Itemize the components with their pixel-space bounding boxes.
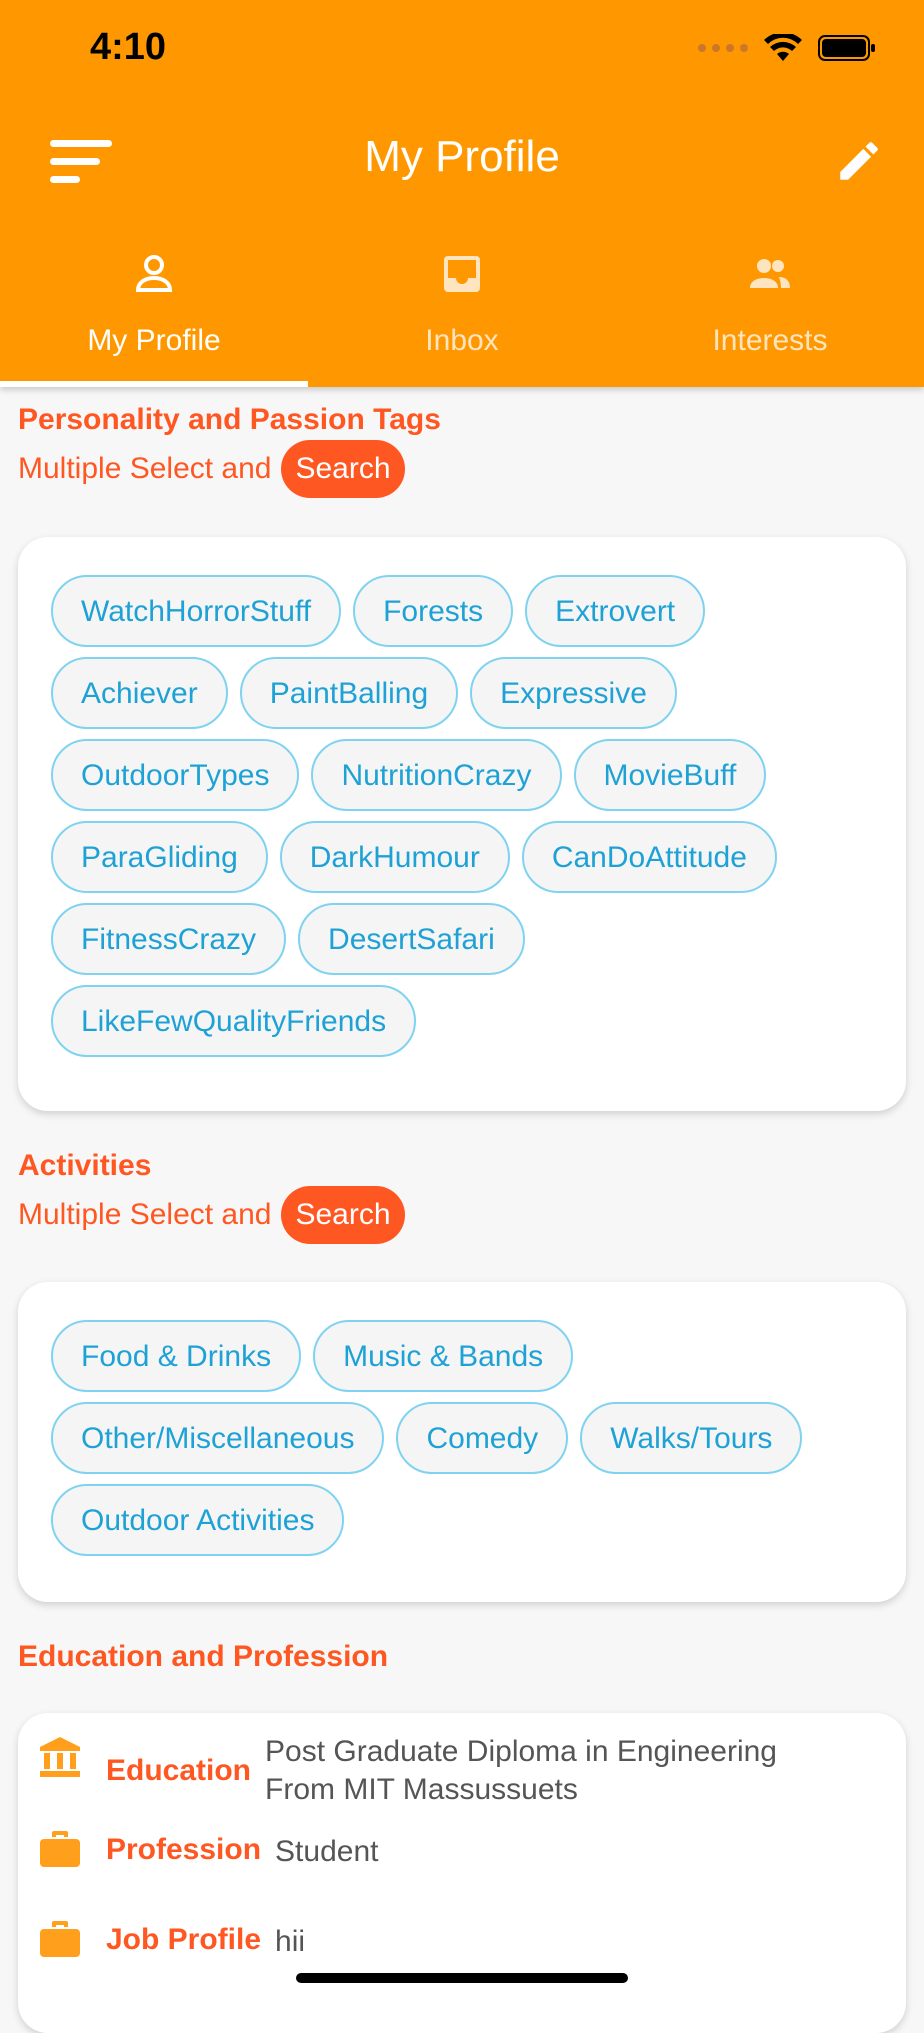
job-profile-label: Job Profile — [106, 1923, 262, 1956]
activities-subtitle: Multiple Select and — [18, 1198, 272, 1231]
tab-bar: My Profile Inbox Interests — [0, 240, 924, 387]
activities-tag-list: Food & Drinks Music & Bands Other/Miscella… — [51, 1320, 881, 1556]
personality-tags-card: WatchHorrorStuff Forests Extrovert Achiever… — [18, 537, 906, 1111]
activities-section-title: Activities — [18, 1149, 152, 1182]
tab-my-profile[interactable]: My Profile — [0, 240, 308, 387]
group-icon — [750, 259, 790, 288]
job-profile-value: hii — [275, 1925, 306, 1958]
tab-label: My Profile — [87, 324, 221, 357]
tag-chip[interactable]: Comedy — [396, 1402, 569, 1474]
tag-chip[interactable]: ParaGliding — [51, 821, 268, 893]
tag-chip[interactable]: PaintBalling — [239, 657, 459, 729]
institution-icon — [40, 1737, 80, 1777]
home-indicator[interactable] — [296, 1973, 628, 1983]
activities-card: Food & Drinks Music & Bands Other/Miscella… — [18, 1282, 906, 1602]
tab-indicator — [0, 381, 308, 387]
tab-inbox[interactable]: Inbox — [308, 240, 616, 387]
tag-chip[interactable]: Expressive — [470, 657, 677, 729]
personality-subtitle-row: Multiple Select and Search — [18, 440, 405, 498]
inbox-icon — [444, 256, 480, 292]
wifi-icon — [764, 34, 802, 61]
page-title: My Profile — [364, 132, 560, 181]
tag-chip[interactable]: CanDoAttitude — [521, 821, 777, 893]
status-icons — [698, 34, 876, 62]
activities-search-button[interactable]: Search — [281, 1186, 405, 1244]
tag-chip[interactable]: Food & Drinks — [51, 1320, 302, 1392]
tab-interests[interactable]: Interests — [616, 240, 924, 387]
signal-icon — [698, 44, 748, 52]
tab-label: Interests — [712, 324, 828, 357]
personality-subtitle: Multiple Select and — [18, 452, 272, 485]
tag-chip[interactable]: Other/Miscellaneous — [51, 1402, 385, 1474]
personality-section-title: Personality and Passion Tags — [18, 403, 441, 436]
person-icon — [135, 255, 173, 292]
activities-subtitle-row: Multiple Select and Search — [18, 1186, 405, 1244]
tag-chip[interactable]: FitnessCrazy — [51, 903, 287, 975]
briefcase-icon — [40, 1831, 80, 1867]
education-row: Education Post Graduate Diploma in Engin… — [36, 1733, 845, 1809]
edit-icon[interactable] — [834, 136, 884, 186]
tag-chip[interactable]: DesertSafari — [298, 903, 525, 975]
status-time: 4:10 — [90, 26, 167, 68]
education-value: Post Graduate Diploma in Engineering Fro… — [265, 1735, 777, 1806]
profession-value: Student — [275, 1835, 379, 1868]
app-bar: 4:10 My Profile My Profile Inbox Interes… — [0, 0, 924, 387]
education-section-title: Education and Profession — [18, 1640, 389, 1673]
battery-icon — [818, 35, 875, 61]
tag-chip[interactable]: OutdoorTypes — [51, 739, 300, 811]
education-card: Education Post Graduate Diploma in Engin… — [18, 1713, 906, 2033]
tag-chip[interactable]: Music & Bands — [313, 1320, 574, 1392]
tag-chip[interactable]: MovieBuff — [573, 739, 767, 811]
tab-label: Inbox — [425, 324, 499, 357]
tag-chip[interactable]: Extrovert — [525, 575, 706, 647]
tag-chip[interactable]: WatchHorrorStuff — [51, 575, 342, 647]
tag-chip[interactable]: Forests — [353, 575, 514, 647]
tag-chip[interactable]: Walks/Tours — [580, 1402, 803, 1474]
tag-chip[interactable]: DarkHumour — [279, 821, 510, 893]
tag-chip[interactable]: Outdoor Activities — [51, 1484, 345, 1556]
personality-search-button[interactable]: Search — [281, 440, 405, 498]
personality-tag-list: WatchHorrorStuff Forests Extrovert Achiever… — [51, 575, 881, 1057]
tag-chip[interactable]: LikeFewQualityFriends — [51, 985, 417, 1057]
job-profile-row: Job Profile hii — [36, 1915, 305, 1963]
briefcase-icon — [40, 1921, 80, 1957]
education-label: Education — [106, 1754, 252, 1787]
profession-row: Profession Student — [36, 1825, 378, 1873]
tag-chip[interactable]: Achiever — [51, 657, 228, 729]
profession-label: Profession — [106, 1833, 262, 1866]
tag-chip[interactable]: NutritionCrazy — [311, 739, 562, 811]
